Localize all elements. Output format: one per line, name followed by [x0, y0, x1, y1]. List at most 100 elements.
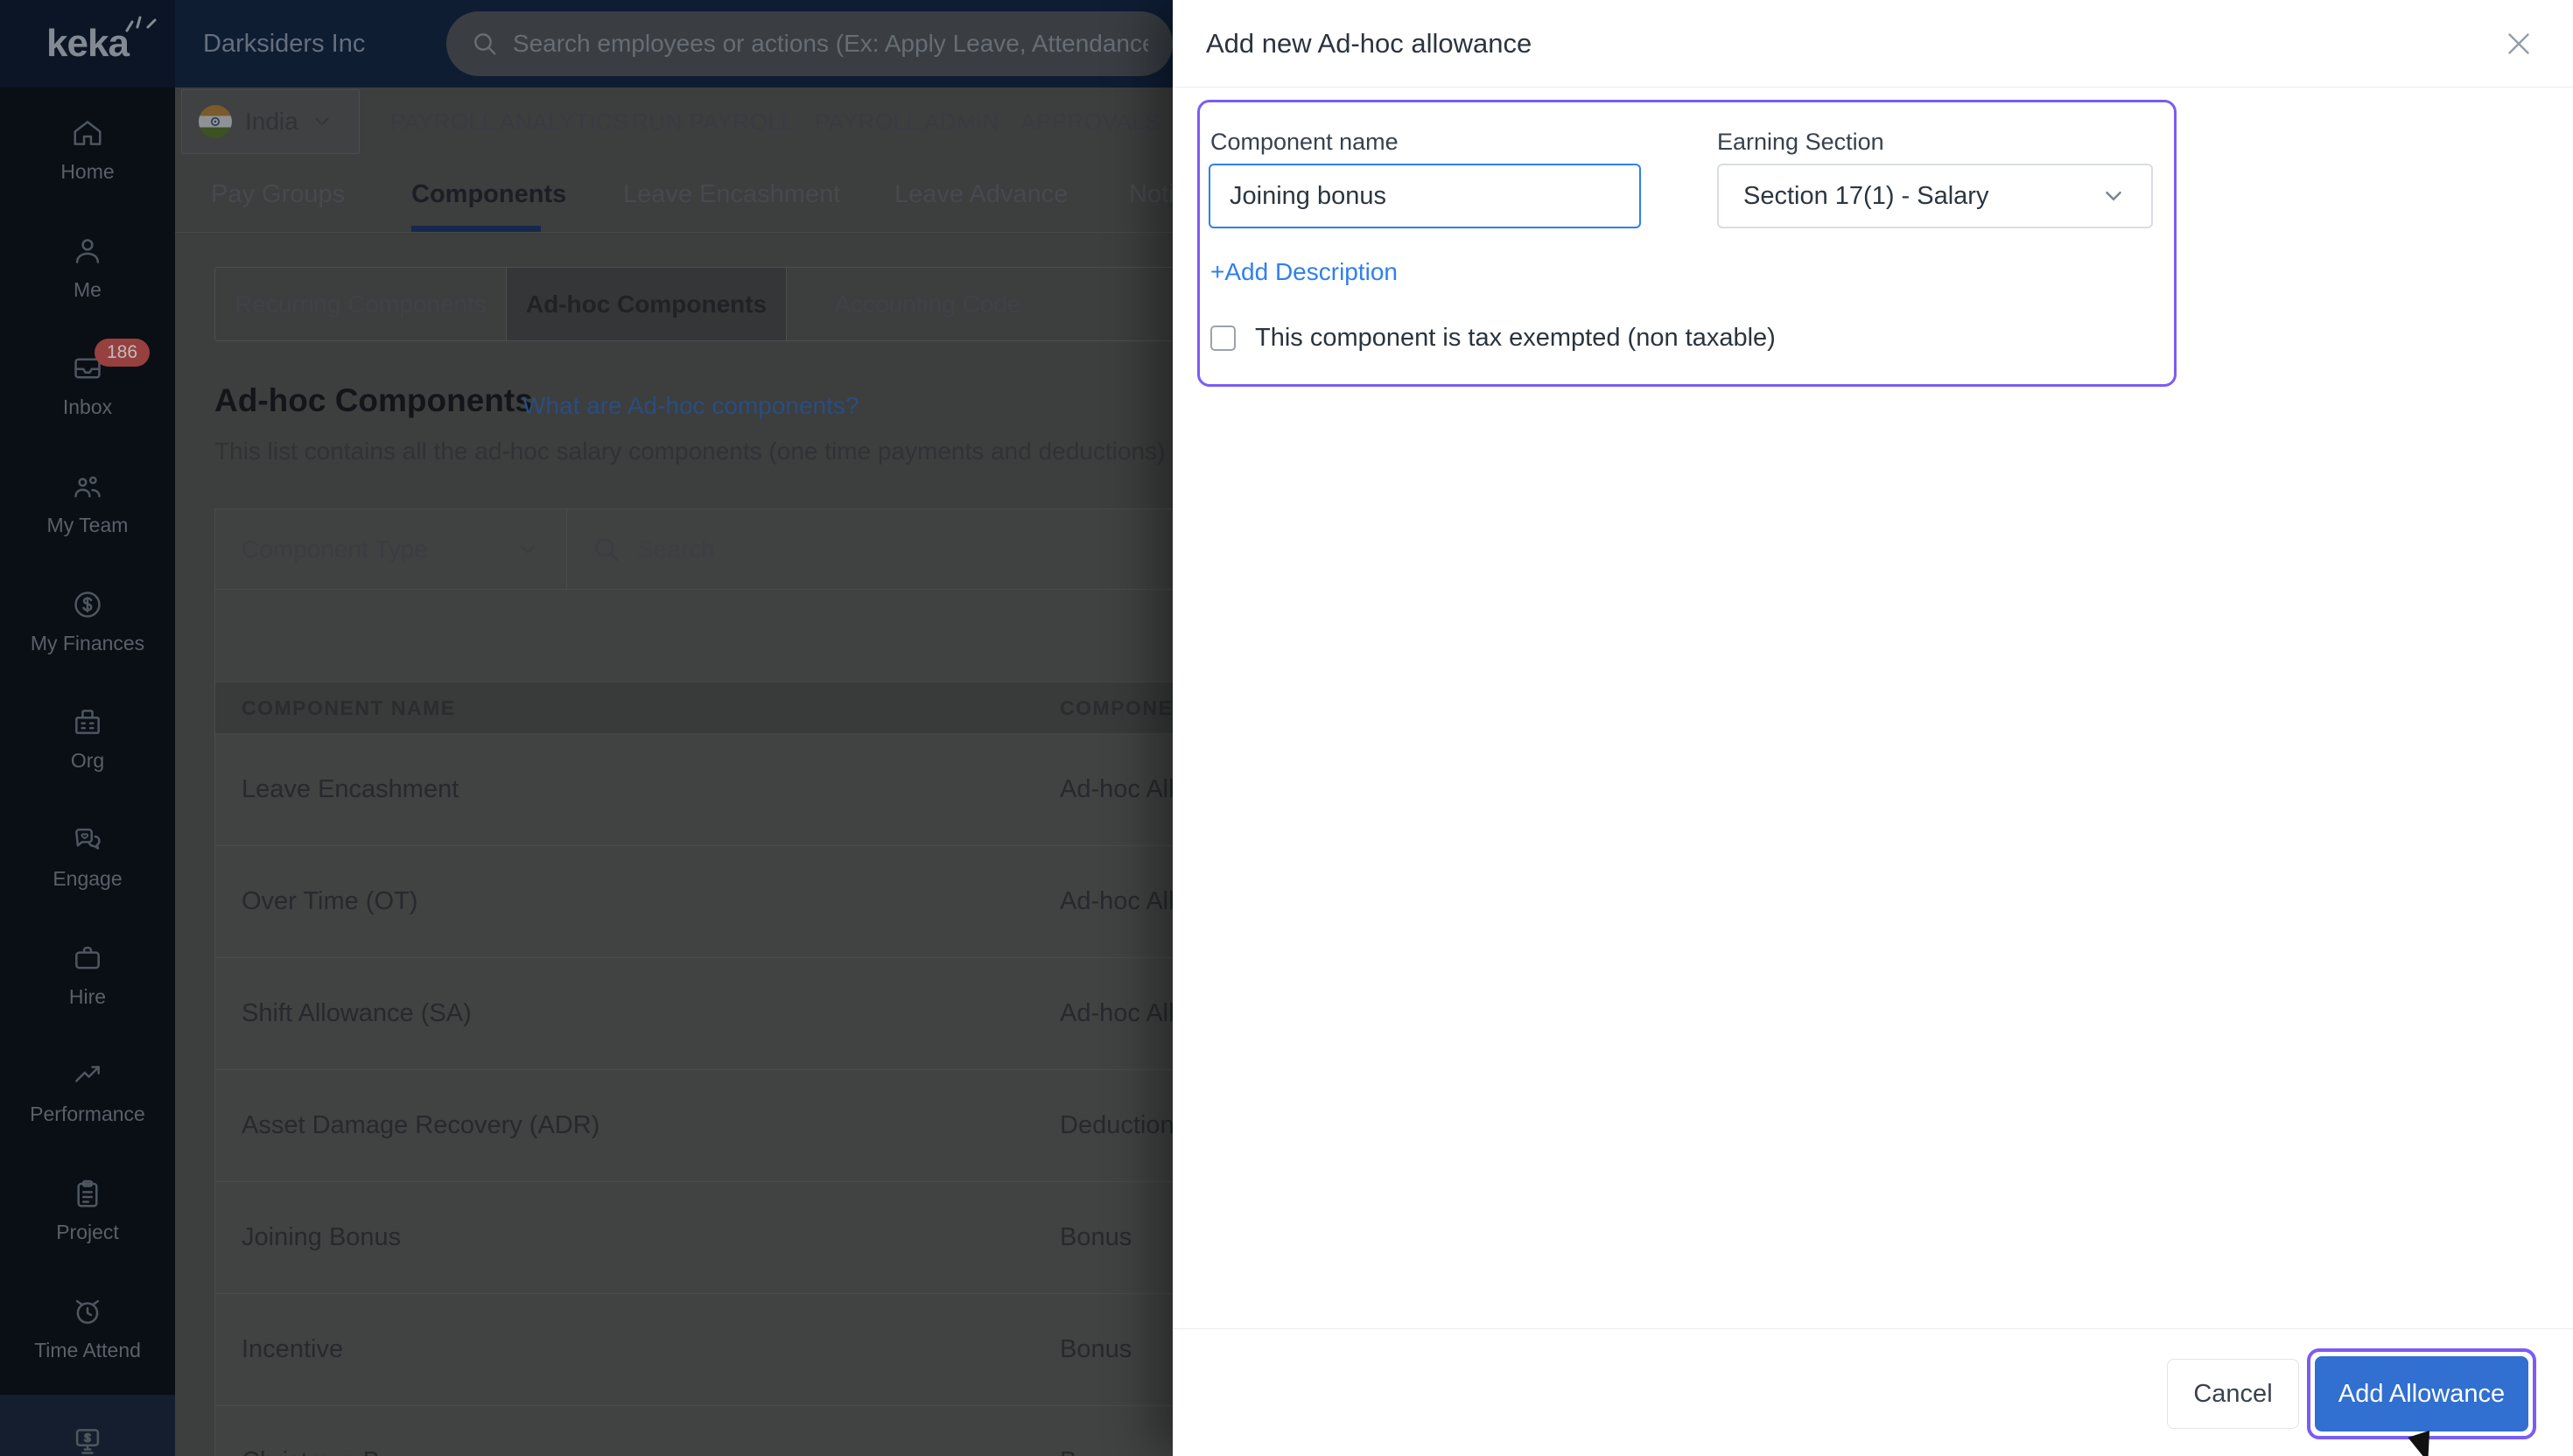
sidebar-item-project[interactable]: Project: [0, 1158, 175, 1262]
sidebar-item-payroll[interactable]: [0, 1395, 175, 1456]
cell-component-type: Bonus: [1060, 1335, 1132, 1363]
page-title: Ad-hoc Components: [214, 382, 533, 418]
sidebar-item-label: Me: [74, 277, 102, 301]
tab-approvals[interactable]: APPROVALS: [1020, 88, 1160, 156]
active-subtab-underline: [411, 226, 541, 232]
earning-section-label: Earning Section: [1717, 129, 1884, 155]
app-root: keka Home Me 186 Inbox My Team My Financ…: [0, 0, 2573, 1456]
home-icon: [74, 120, 102, 145]
logo-wordmark: keka: [46, 22, 130, 65]
sidebar-item-label: My Finances: [30, 631, 145, 654]
cell-component-type: Ad-hoc Allo: [1060, 999, 1188, 1027]
tab-payroll-admin[interactable]: PAYROLL ADMIN: [815, 88, 999, 156]
tab-recurring-components[interactable]: Recurring Components: [215, 268, 506, 340]
global-search-input[interactable]: [512, 30, 1148, 58]
modal-title: Add new Ad-hoc allowance: [1206, 27, 1532, 59]
company-name: Darksiders Inc: [203, 29, 366, 58]
sidebar-item-org[interactable]: Org: [0, 687, 175, 790]
tab-accounting-code[interactable]: Accounting Code: [787, 268, 1069, 340]
alarm-clock-icon: [75, 1299, 100, 1324]
cell-component-name: Christmas B: [242, 1447, 380, 1456]
sidebar-item-hire[interactable]: Hire: [0, 923, 175, 1026]
close-icon[interactable]: [2503, 28, 2534, 60]
add-adhoc-allowance-modal: Add new Ad-hoc allowance Component name …: [1173, 0, 2573, 1456]
india-flag-icon: [199, 105, 232, 138]
sidebar-item-me[interactable]: Me: [0, 216, 175, 319]
subtab-leave-encashment[interactable]: Leave Encashment: [623, 156, 840, 233]
cell-component-name: Joining Bonus: [242, 1223, 402, 1251]
sidebar-item-label: Home: [60, 159, 115, 183]
engage-chat-icon: [75, 828, 101, 850]
table-search-input[interactable]: [637, 535, 1005, 564]
cell-component-name: Over Time (OT): [242, 887, 418, 915]
sidebar-item-time-attend[interactable]: Time Attend: [0, 1277, 175, 1380]
modal-footer-divider: [1173, 1328, 2573, 1329]
subtab-notifications[interactable]: Noti: [1129, 156, 1174, 233]
tax-exempt-label: This component is tax exempted (non taxa…: [1255, 324, 1776, 352]
component-type-filter-label: Component Type: [242, 535, 428, 563]
earning-section-value: Section 17(1) - Salary: [1743, 181, 1989, 210]
cell-component-type: Bonus: [1060, 1223, 1132, 1251]
allowance-form: Component name Earning Section Section 1…: [1197, 100, 2177, 387]
component-name-label: Component name: [1210, 129, 1399, 155]
cancel-button[interactable]: Cancel: [2167, 1359, 2299, 1429]
chevron-down-icon: [315, 117, 329, 126]
sidebar-item-label: Inbox: [62, 395, 113, 418]
search-icon: [595, 537, 619, 561]
cell-component-type: Ad-hoc Allo: [1060, 887, 1188, 915]
trend-up-icon: [75, 1065, 100, 1082]
inbox-badge: 186: [95, 339, 151, 367]
user-icon: [75, 238, 100, 263]
add-allowance-button[interactable]: Add Allowance: [2315, 1356, 2528, 1432]
sidebar-item-label: My Team: [46, 513, 129, 536]
tab-run-payroll[interactable]: RUN PAYROLL: [632, 88, 794, 156]
clipboard-icon: [77, 1180, 98, 1208]
tax-exempt-checkbox[interactable]: [1210, 326, 1236, 351]
cell-component-type: B: [1060, 1447, 1076, 1456]
chevron-down-icon: [520, 544, 536, 554]
sidebar-item-engage[interactable]: Engage: [0, 805, 175, 908]
add-allowance-button-focus-ring: Add Allowance: [2307, 1348, 2536, 1439]
page-description: This list contains all the ad-hoc salary…: [214, 438, 1266, 465]
tab-adhoc-components[interactable]: Ad-hoc Components: [506, 268, 787, 340]
sidebar-item-performance[interactable]: Performance: [0, 1040, 175, 1144]
keka-logo: keka: [46, 16, 157, 66]
global-search[interactable]: [446, 11, 1173, 76]
country-selector[interactable]: India: [181, 89, 360, 154]
dollar-circle-icon: [74, 591, 101, 618]
table-search[interactable]: [567, 509, 1092, 589]
briefcase-icon: [75, 946, 100, 969]
subtab-leave-advance[interactable]: Leave Advance: [894, 156, 1068, 233]
sidebar-item-label: Time Attend: [34, 1338, 141, 1362]
column-header-name: COMPONENT NAME: [242, 696, 456, 719]
logo-area[interactable]: keka: [0, 0, 175, 88]
component-type-filter[interactable]: Component Type: [215, 509, 567, 589]
payroll-monitor-icon: [75, 1429, 100, 1454]
sidebar-item-label: Engage: [53, 866, 123, 890]
tax-exempt-row: This component is tax exempted (non taxa…: [1210, 324, 1776, 353]
cell-component-name: Incentive: [242, 1335, 344, 1363]
add-description-link[interactable]: +Add Description: [1210, 258, 1398, 286]
sidebar-item-label: Performance: [30, 1102, 145, 1125]
cell-component-name: Asset Damage Recovery (ADR): [242, 1111, 600, 1139]
sidebar-item-my-finances[interactable]: My Finances: [0, 570, 175, 673]
sidebar-item-label: Org: [70, 748, 105, 772]
subtab-components[interactable]: Components: [411, 156, 566, 233]
cell-component-name: Shift Allowance (SA): [242, 999, 472, 1027]
earning-section-select[interactable]: Section 17(1) - Salary: [1717, 164, 2153, 228]
component-name-input[interactable]: [1209, 164, 1641, 228]
cell-component-type: Deduction: [1060, 1111, 1174, 1139]
cell-component-name: Leave Encashment: [242, 775, 459, 803]
subtab-pay-groups[interactable]: Pay Groups: [211, 156, 345, 233]
adhoc-help-link[interactable]: What are Ad-hoc components?: [522, 392, 859, 420]
country-label: India: [245, 108, 298, 135]
modal-header-divider: [1173, 87, 2573, 88]
chevron-down-icon: [2106, 192, 2121, 201]
sidebar-item-home[interactable]: Home: [0, 98, 175, 201]
sidebar-item-inbox[interactable]: 186 Inbox: [0, 333, 175, 437]
sidebar-item-label: Hire: [68, 984, 107, 1008]
org-building-icon: [75, 709, 100, 734]
tab-payroll-analytics[interactable]: PAYROLL ANALYTICS: [390, 88, 628, 156]
cell-component-type: Ad-hoc Allo: [1060, 775, 1188, 803]
sidebar-item-my-team[interactable]: My Team: [0, 452, 175, 555]
